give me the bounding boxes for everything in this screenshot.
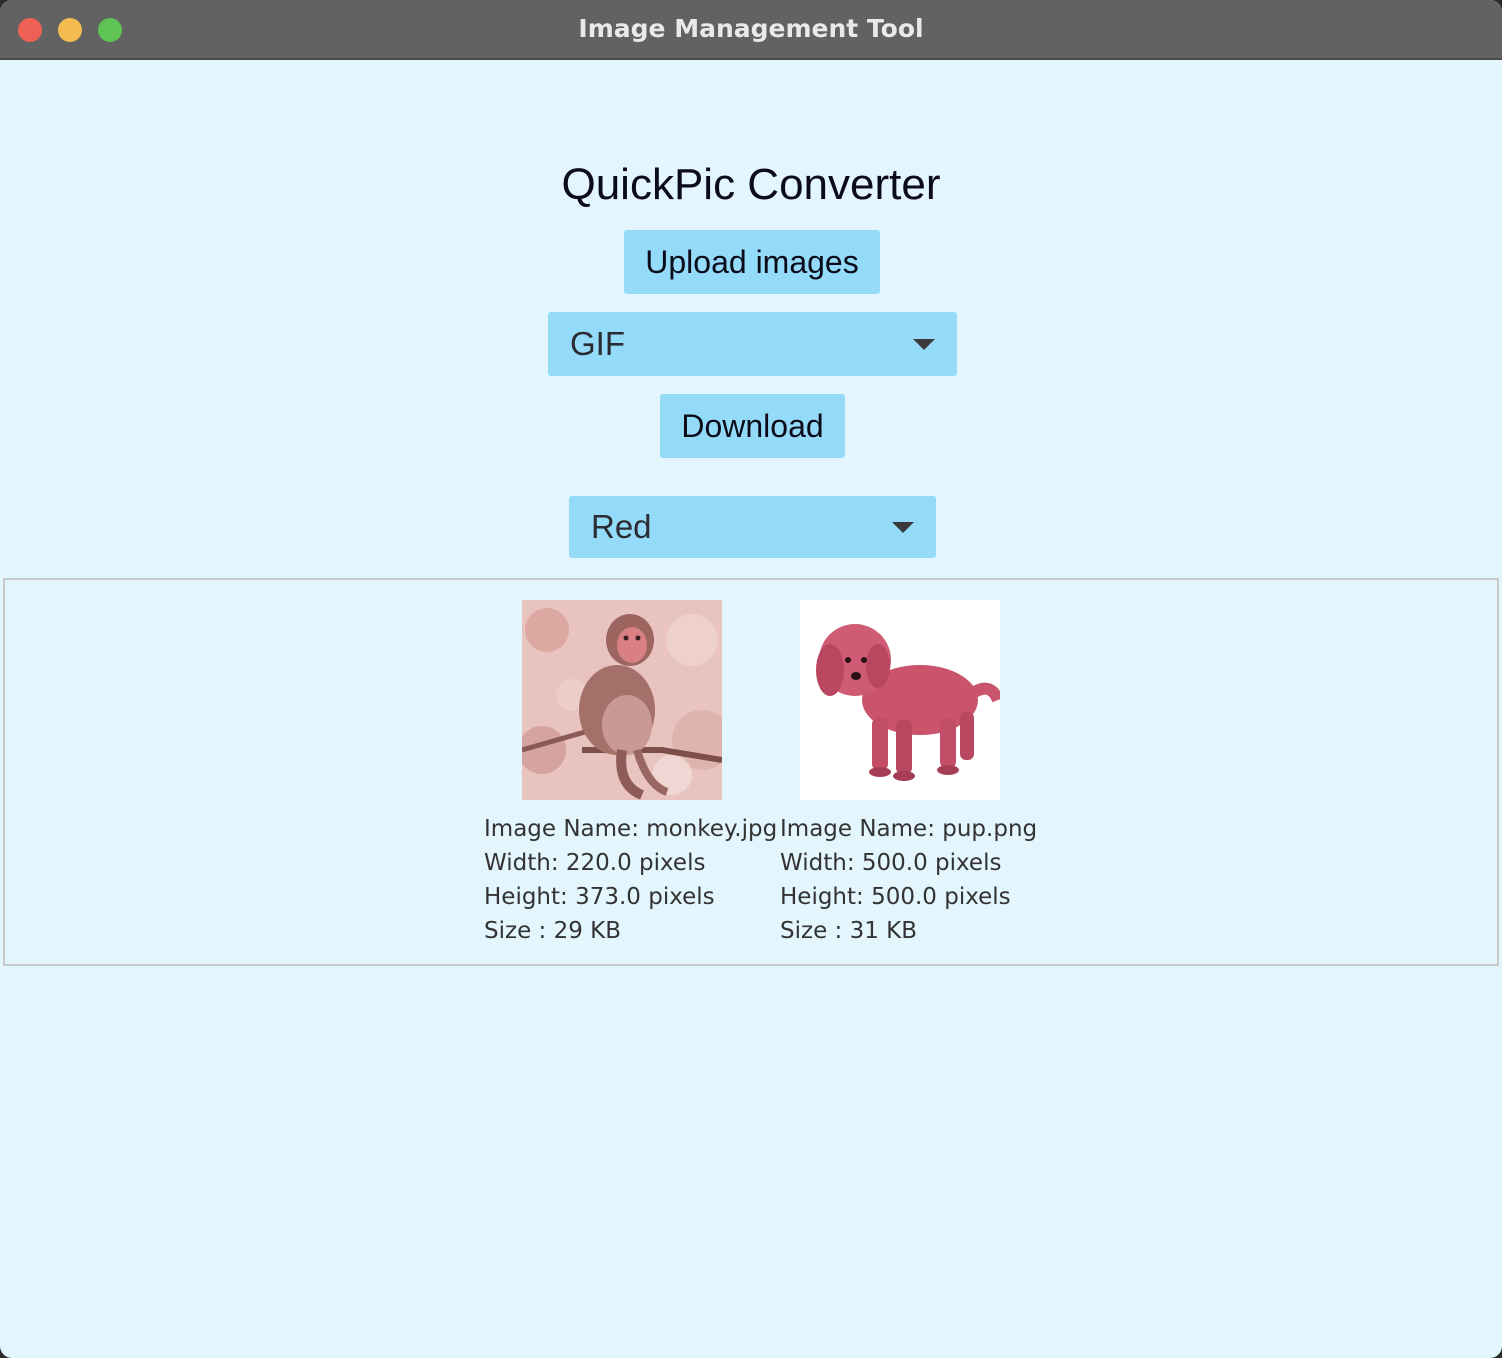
image-height: Height: 373.0 pixels xyxy=(484,884,715,910)
image-size: Size : 29 KB xyxy=(484,918,622,944)
color-filter-select[interactable]: Red xyxy=(569,496,936,558)
format-select-value: GIF xyxy=(570,325,625,362)
image-height: Height: 500.0 pixels xyxy=(780,884,1011,910)
monkey-details: Image Name: monkey.jpg Width: 220.0 pixe… xyxy=(484,812,777,948)
app-window: Image Management Tool QuickPic Converter… xyxy=(0,0,1502,1358)
pup-details: Image Name: pup.png Width: 500.0 pixels … xyxy=(780,812,1037,948)
image-name: Image Name: monkey.jpg xyxy=(484,816,778,842)
download-button[interactable]: Download xyxy=(660,394,845,458)
monkey-thumbnail[interactable] xyxy=(522,600,722,800)
image-gallery: Image Name: monkey.jpg Width: 220.0 pixe… xyxy=(3,578,1499,966)
upload-images-label: Upload images xyxy=(645,243,859,280)
chevron-down-icon xyxy=(892,522,914,533)
upload-images-button[interactable]: Upload images xyxy=(624,230,880,294)
format-select[interactable]: GIF xyxy=(548,312,957,376)
download-label: Download xyxy=(681,407,824,444)
color-filter-select-value: Red xyxy=(591,508,652,545)
image-width: Width: 220.0 pixels xyxy=(484,850,706,876)
image-width: Width: 500.0 pixels xyxy=(780,850,1002,876)
window-title: Image Management Tool xyxy=(578,14,924,43)
title-bar: Image Management Tool xyxy=(0,0,1502,60)
pup-thumbnail[interactable] xyxy=(800,600,1000,800)
app-heading: QuickPic Converter xyxy=(561,160,941,209)
image-size: Size : 31 KB xyxy=(780,918,918,944)
chevron-down-icon xyxy=(913,339,935,350)
image-name: Image Name: pup.png xyxy=(780,816,1038,842)
